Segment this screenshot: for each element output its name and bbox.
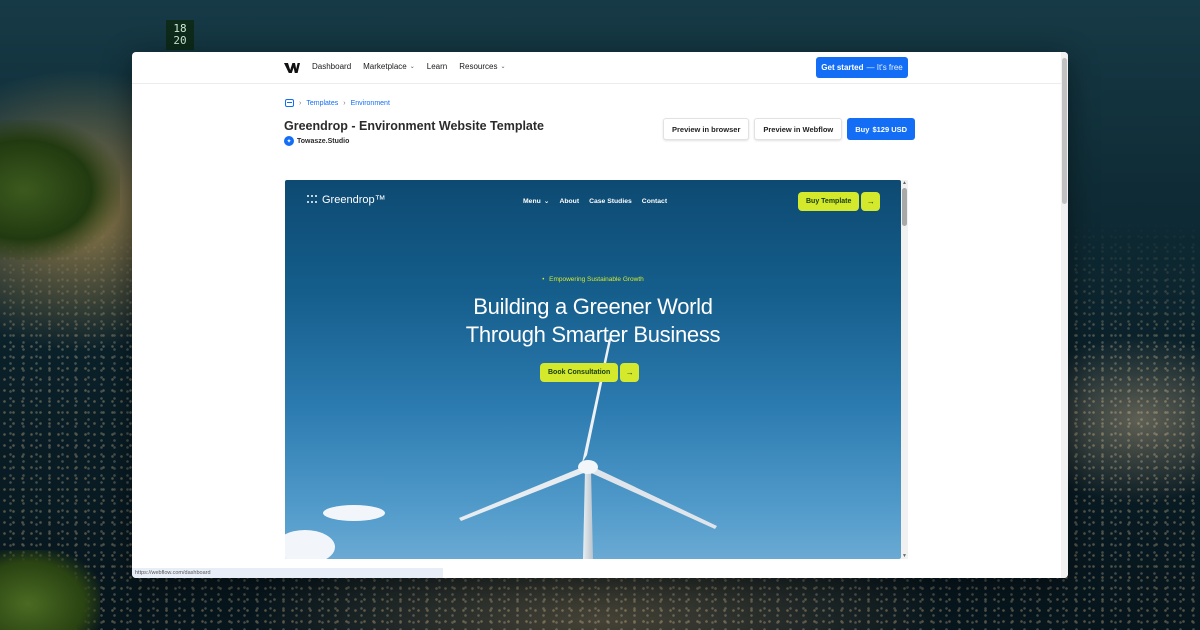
nav-resources[interactable]: Resources ⌄ xyxy=(459,62,505,71)
nav-learn[interactable]: Learn xyxy=(427,62,447,71)
greendrop-nav-label: Contact xyxy=(641,197,668,205)
chevron-down-icon: ⌄ xyxy=(409,64,415,70)
nav-label: Marketplace xyxy=(363,62,407,71)
status-bar-url: https://webflow.com/dashboard xyxy=(132,568,443,578)
webflow-logo-icon[interactable] xyxy=(284,61,300,75)
greendrop-nav-menu[interactable]: Menu ⌄ xyxy=(523,197,550,206)
window-scroll-thumb[interactable] xyxy=(1062,58,1067,204)
greendrop-nav-label: Menu xyxy=(523,197,541,205)
author-badge-icon: ✦ xyxy=(284,136,294,146)
preview-scroll-thumb[interactable] xyxy=(902,188,907,226)
greendrop-nav: Menu ⌄ About Case Studies Contact xyxy=(523,197,667,206)
nav-label: Resources xyxy=(459,62,498,71)
arrow-right-icon[interactable]: → xyxy=(620,363,640,382)
chevron-down-icon: ⌄ xyxy=(543,198,550,205)
scroll-down-icon[interactable]: ▼ xyxy=(902,553,907,559)
hero-eyebrow-text: Empowering Sustainable Growth xyxy=(549,276,644,283)
arrow-right-icon[interactable]: → xyxy=(861,192,881,211)
chevron-down-icon: ⌄ xyxy=(500,64,506,70)
breadcrumb-environment[interactable]: Environment xyxy=(351,100,390,107)
hero-cta: Book Consultation → xyxy=(540,363,640,382)
template-title: Greendrop - Environment Website Template xyxy=(284,119,544,133)
greendrop-header: Greendrop™ Menu ⌄ About Case Studies Con… xyxy=(285,180,901,220)
greendrop-nav-case-studies[interactable]: Case Studies xyxy=(589,197,632,205)
greendrop-logo-text: Greendrop™ xyxy=(322,194,386,206)
author-name: Towasze.Studio xyxy=(297,137,350,145)
tree-foliage-bottom xyxy=(0,550,100,630)
greendrop-logo[interactable]: Greendrop™ xyxy=(307,194,386,206)
hero-eyebrow: • Empowering Sustainable Growth xyxy=(285,276,901,283)
get-started-button[interactable]: Get started — It's free xyxy=(816,57,908,78)
nav-label: Learn xyxy=(426,62,448,71)
buy-price: $129 USD xyxy=(872,124,908,134)
scroll-up-icon[interactable]: ▲ xyxy=(902,180,907,186)
clock-sign: 18 20 xyxy=(166,20,194,50)
preview-in-browser-button[interactable]: Preview in browser xyxy=(663,118,750,140)
cloud xyxy=(323,505,385,521)
greendrop-logo-icon xyxy=(307,195,317,205)
book-consultation-button[interactable]: Book Consultation xyxy=(540,363,619,382)
main-nav: Dashboard Marketplace ⌄ Learn Resources … xyxy=(312,62,506,71)
preview-scrollbar[interactable]: ▲ ▼ xyxy=(901,180,908,559)
tree-foliage-left xyxy=(0,120,120,260)
browser-window: Dashboard Marketplace ⌄ Learn Resources … xyxy=(132,52,1068,578)
nav-marketplace[interactable]: Marketplace ⌄ xyxy=(363,62,415,71)
greendrop-nav-label: About xyxy=(559,197,580,205)
bullet-icon: • xyxy=(542,277,545,283)
marketplace-home-icon[interactable] xyxy=(285,99,294,107)
get-started-label: Get started xyxy=(821,63,864,72)
buy-template-button[interactable]: Buy Template xyxy=(798,192,860,211)
window-scrollbar[interactable] xyxy=(1061,52,1068,578)
hero-headline-line1: Building a Greener World xyxy=(473,294,713,319)
preview-in-webflow-button[interactable]: Preview in Webflow xyxy=(754,118,843,140)
hero-headline-line2: Through Smarter Business xyxy=(465,322,721,347)
nav-dashboard[interactable]: Dashboard xyxy=(312,62,351,71)
template-preview[interactable]: Greendrop™ Menu ⌄ About Case Studies Con… xyxy=(285,180,901,559)
buy-label: Buy xyxy=(855,124,870,134)
breadcrumb-separator-icon: › xyxy=(343,99,346,107)
template-actions: Preview in browser Preview in Webflow Bu… xyxy=(663,118,916,140)
buy-button[interactable]: Buy $129 USD xyxy=(847,118,916,140)
greendrop-nav-label: Case Studies xyxy=(589,197,632,205)
get-started-suffix: — It's free xyxy=(866,63,903,72)
hero-headline: Building a Greener World Through Smarter… xyxy=(285,293,901,349)
greendrop-nav-about[interactable]: About xyxy=(559,197,579,205)
breadcrumb-separator-icon: › xyxy=(299,99,302,107)
nav-label: Dashboard xyxy=(312,62,352,71)
breadcrumb: › Templates › Environment xyxy=(285,99,390,107)
greendrop-buy-template: Buy Template → xyxy=(798,192,881,211)
webflow-header: Dashboard Marketplace ⌄ Learn Resources … xyxy=(132,52,1061,84)
template-author[interactable]: ✦ Towasze.Studio xyxy=(284,136,349,146)
breadcrumb-templates[interactable]: Templates xyxy=(306,100,338,107)
greendrop-nav-contact[interactable]: Contact xyxy=(642,197,667,205)
